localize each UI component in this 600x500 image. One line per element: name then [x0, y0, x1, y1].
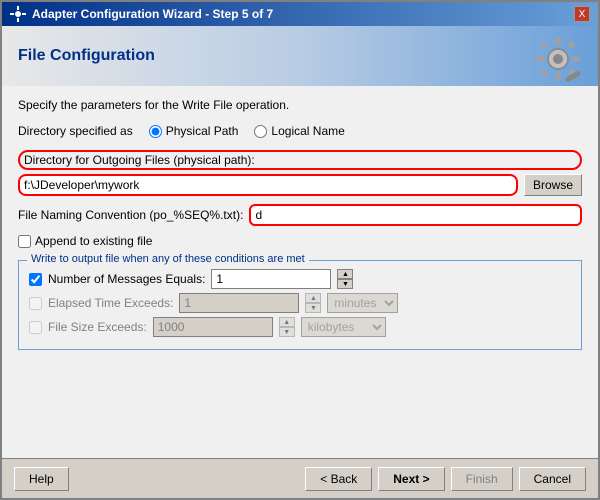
header-gear-icon [528, 31, 588, 86]
append-checkbox[interactable] [18, 235, 31, 248]
finish-button[interactable]: Finish [451, 467, 513, 491]
logical-name-label: Logical Name [271, 124, 344, 138]
description-text: Specify the parameters for the Write Fil… [18, 98, 582, 112]
next-button[interactable]: Next > [378, 467, 444, 491]
filesize-select: kilobytes megabytes [301, 317, 386, 337]
filesize-up-arrow: ▲ [279, 317, 295, 327]
logical-name-radio[interactable] [254, 125, 267, 138]
elapsed-input [179, 293, 299, 313]
directory-radio-group: Directory specified as Physical Path Log… [18, 124, 582, 138]
filesize-down-arrow: ▼ [279, 327, 295, 337]
title-bar-left: Adapter Configuration Wizard - Step 5 of… [10, 6, 273, 22]
filesize-spinner: ▲ ▼ [279, 317, 295, 337]
naming-convention-label: File Naming Convention (po_%SEQ%.txt): [18, 208, 243, 222]
filesize-label: File Size Exceeds: [48, 320, 147, 334]
conditions-section: Write to output file when any of these c… [18, 260, 582, 350]
messages-checkbox[interactable] [29, 273, 42, 286]
title-bar: Adapter Configuration Wizard - Step 5 of… [2, 2, 598, 26]
dir-outgoing-label: Directory for Outgoing Files (physical p… [18, 150, 582, 170]
elapsed-label: Elapsed Time Exceeds: [48, 296, 173, 310]
elapsed-select: minutes seconds hours [327, 293, 398, 313]
dir-specified-label: Directory specified as [18, 124, 133, 138]
header-title: File Configuration [18, 47, 155, 65]
title-bar-text: Adapter Configuration Wizard - Step 5 of… [32, 7, 273, 21]
footer-left: Help [14, 467, 69, 491]
messages-up-arrow[interactable]: ▲ [337, 269, 353, 279]
physical-path-label: Physical Path [166, 124, 239, 138]
messages-row: Number of Messages Equals: ▲ ▼ [29, 269, 571, 289]
elapsed-up-arrow: ▲ [305, 293, 321, 303]
messages-down-arrow[interactable]: ▼ [337, 279, 353, 289]
messages-input[interactable] [211, 269, 331, 289]
dir-input-row: Browse [18, 174, 582, 196]
filesize-input [153, 317, 273, 337]
elapsed-checkbox[interactable] [29, 297, 42, 310]
conditions-title: Write to output file when any of these c… [27, 253, 309, 265]
filesize-row: File Size Exceeds: ▲ ▼ kilobytes megabyt… [29, 317, 571, 337]
messages-label: Number of Messages Equals: [48, 272, 205, 286]
header-banner: File Configuration [2, 26, 598, 86]
naming-convention-row: File Naming Convention (po_%SEQ%.txt): [18, 204, 582, 226]
filesize-checkbox[interactable] [29, 321, 42, 334]
dir-outgoing-input[interactable] [18, 174, 518, 196]
elapsed-down-arrow: ▼ [305, 303, 321, 313]
content-area: File Configuration [2, 26, 598, 498]
elapsed-spinner: ▲ ▼ [305, 293, 321, 313]
help-button[interactable]: Help [14, 467, 69, 491]
naming-convention-input[interactable] [249, 204, 582, 226]
back-button[interactable]: < Back [305, 467, 372, 491]
elapsed-row: Elapsed Time Exceeds: ▲ ▼ minutes second… [29, 293, 571, 313]
browse-button[interactable]: Browse [524, 174, 582, 196]
append-label: Append to existing file [35, 234, 152, 248]
footer-right: < Back Next > Finish Cancel [305, 467, 586, 491]
physical-path-radio[interactable] [149, 125, 162, 138]
footer: Help < Back Next > Finish Cancel [2, 458, 598, 498]
cancel-button[interactable]: Cancel [519, 467, 586, 491]
append-row: Append to existing file [18, 234, 582, 248]
close-button[interactable]: X [574, 6, 590, 22]
title-icon [10, 6, 26, 22]
physical-path-radio-label[interactable]: Physical Path [149, 124, 239, 138]
wizard-window: Adapter Configuration Wizard - Step 5 of… [0, 0, 600, 500]
main-content: Specify the parameters for the Write Fil… [2, 86, 598, 458]
logical-name-radio-label[interactable]: Logical Name [254, 124, 344, 138]
messages-spinner[interactable]: ▲ ▼ [337, 269, 353, 289]
